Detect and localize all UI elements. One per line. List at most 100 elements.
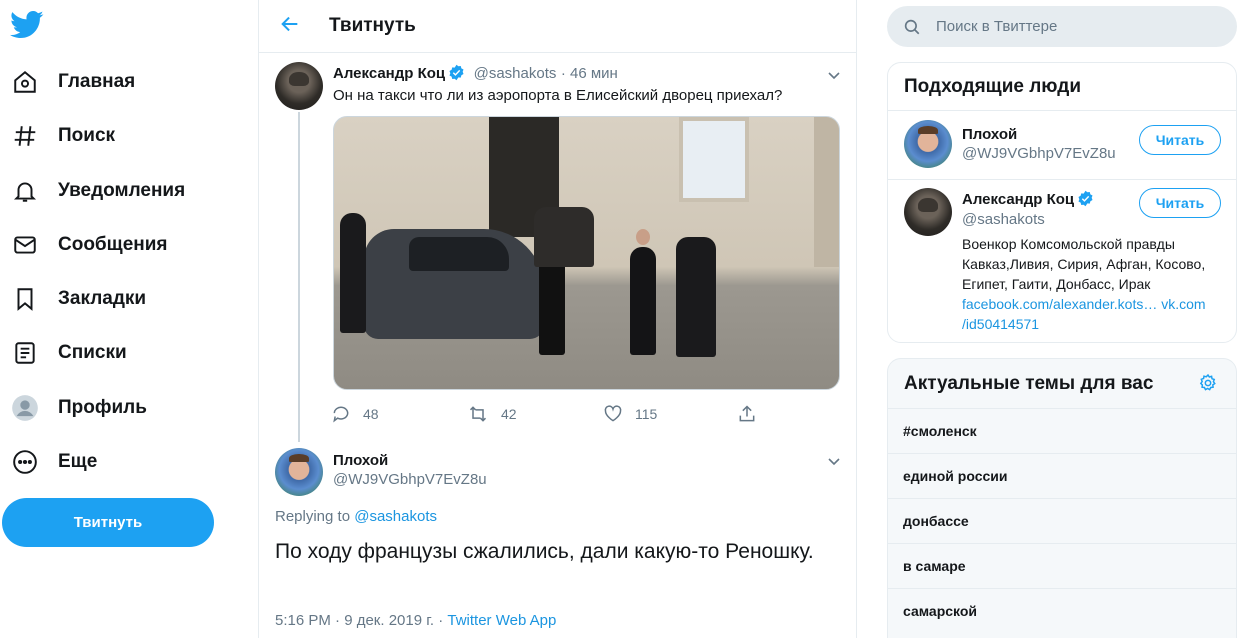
reply-icon [333, 406, 349, 423]
bio-link-vk[interactable]: vk.com [1161, 296, 1205, 312]
trend-item[interactable]: #смоленск [888, 408, 1236, 453]
replying-handle-link[interactable]: @sashakots [354, 508, 437, 525]
nav-lists[interactable]: Списки [10, 333, 127, 373]
chevron-down-icon[interactable] [827, 454, 841, 466]
retweet-icon [469, 406, 487, 422]
hashtag-icon [10, 121, 40, 151]
tweet-author-handle[interactable]: @sashakots [474, 65, 557, 82]
photo-car-window [409, 237, 509, 271]
reply-datetime[interactable]: 5:16 PM · 9 дек. 2019 г. · [275, 612, 447, 629]
share-button[interactable] [737, 404, 769, 424]
list-icon [10, 338, 40, 368]
nav-notifications-label: Уведомления [58, 180, 186, 201]
suggestion-name[interactable]: Александр Коц [962, 191, 1074, 208]
follow-button[interactable]: Читать [1139, 125, 1221, 155]
reply-source-app[interactable]: Twitter Web App [447, 612, 556, 629]
nav-profile[interactable]: Профиль [10, 388, 147, 428]
page-header: Твитнуть [259, 0, 856, 53]
page-title: Твитнуть [329, 15, 416, 36]
main-column: Твитнуть Александр Коц @sashakots · 46 м… [258, 0, 857, 638]
suggestion-handle[interactable]: @WJ9VGbhpV7EvZ8u [962, 145, 1116, 162]
bio-link-vk-id[interactable]: /id50414571 [962, 314, 1224, 334]
back-arrow-icon[interactable] [279, 13, 303, 40]
nav-bookmarks-label: Закладки [58, 288, 147, 309]
reply-count: 48 [363, 406, 379, 422]
trend-item[interactable]: самарской [888, 588, 1236, 633]
bell-icon [10, 176, 40, 206]
who-to-follow-card: Подходящие люди Плохой @WJ9VGbhpV7EvZ8u … [887, 62, 1237, 343]
heart-icon [604, 405, 622, 422]
retweet-count: 42 [501, 406, 517, 422]
chevron-down-icon[interactable] [827, 68, 841, 80]
retweet-button[interactable]: 42 [467, 404, 517, 424]
nav-home-label: Главная [58, 71, 136, 92]
like-button[interactable]: 115 [603, 404, 657, 424]
follow-suggestion-ploh[interactable]: Плохой @WJ9VGbhpV7EvZ8u Читать [888, 111, 1236, 180]
left-navigation: Главная Поиск Уведомления Сообщения Закл… [0, 0, 258, 638]
tweet-author-line: Александр Коц @sashakots · 46 мин [333, 64, 618, 83]
nav-more-label: Еще [58, 451, 98, 472]
user-icon [10, 393, 40, 423]
verified-badge-icon [1077, 190, 1094, 207]
trend-item[interactable]: донбассе [888, 498, 1236, 543]
avatar-sashakots[interactable] [275, 62, 323, 110]
replying-to: Replying to @sashakots [275, 508, 437, 525]
trend-item[interactable]: единой россии [888, 453, 1236, 498]
avatar-ploh[interactable] [904, 120, 952, 168]
tweet-text: Он на такси что ли из аэропорта в Елисей… [333, 87, 783, 104]
settings-gear-icon[interactable] [1198, 373, 1218, 399]
more-icon [10, 447, 40, 477]
suggestion-name[interactable]: Плохой [962, 126, 1116, 143]
twitter-logo-icon[interactable] [10, 10, 44, 42]
nav-home[interactable]: Главная [10, 62, 135, 102]
bio-link-facebook[interactable]: facebook.com/alexander.kots… [962, 296, 1157, 312]
reply-author-name[interactable]: Плохой [333, 452, 487, 469]
envelope-icon [10, 230, 40, 260]
nav-messages[interactable]: Сообщения [10, 225, 168, 265]
nav-notifications[interactable]: Уведомления [10, 171, 185, 211]
like-count: 115 [635, 406, 658, 422]
share-icon [739, 405, 755, 422]
tweet-time[interactable]: · 46 мин [561, 65, 618, 82]
nav-messages-label: Сообщения [58, 234, 168, 255]
reply-author-handle[interactable]: @WJ9VGbhpV7EvZ8u [333, 471, 487, 488]
thread-line [298, 112, 300, 442]
follow-suggestion-sashakots[interactable]: Александр Коц @sashakots Военкор Комсомо… [888, 180, 1236, 342]
suggestion-bio: Военкор Комсомольской правды Кавказ,Ливи… [962, 234, 1224, 334]
photo-group-back [534, 207, 594, 267]
photo-man-suit [630, 247, 656, 355]
photo-window [679, 117, 749, 202]
search-input[interactable]: Поиск в Твиттере [936, 18, 1057, 35]
replying-prefix: Replying to [275, 508, 351, 525]
reply-author-block: Плохой @WJ9VGbhpV7EvZ8u [333, 452, 487, 488]
photo-guard-left [340, 213, 366, 333]
tweet-media-photo[interactable] [333, 116, 840, 390]
trend-item[interactable]: в самаре [888, 543, 1236, 588]
nav-more[interactable]: Еще [10, 442, 97, 482]
nav-explore[interactable]: Поиск [10, 116, 115, 156]
bio-text: Военкор Комсомольской правды Кавказ,Ливи… [962, 236, 1206, 292]
nav-explore-label: Поиск [58, 125, 116, 146]
bookmark-icon [10, 284, 40, 314]
trends-title: Актуальные темы для вас [904, 372, 1154, 394]
photo-man-head [636, 229, 650, 245]
reply-button[interactable]: 48 [331, 404, 379, 424]
tweet-author-name[interactable]: Александр Коц [333, 65, 445, 82]
tweet-button[interactable]: Твитнуть [2, 498, 214, 547]
verified-badge-icon [448, 64, 465, 81]
search-icon [903, 18, 921, 36]
nav-profile-label: Профиль [58, 397, 147, 418]
avatar-sashakots[interactable] [904, 188, 952, 236]
reply-meta: 5:16 PM · 9 дек. 2019 г. · Twitter Web A… [275, 612, 556, 629]
reply-text: По ходу французы сжалились, дали какую-т… [275, 540, 814, 563]
search-box[interactable]: Поиск в Твиттере [887, 6, 1237, 47]
tweet-actions: 48 42 115 [331, 404, 771, 428]
follow-button[interactable]: Читать [1139, 188, 1221, 218]
photo-guard-right [676, 237, 716, 357]
nav-bookmarks[interactable]: Закладки [10, 279, 146, 319]
avatar-ploh[interactable] [275, 448, 323, 496]
nav-lists-label: Списки [58, 342, 127, 363]
who-to-follow-title: Подходящие люди [888, 63, 1236, 111]
trends-card: Актуальные темы для вас #смоленск единой… [887, 358, 1237, 638]
trends-title-row: Актуальные темы для вас [888, 359, 1236, 408]
